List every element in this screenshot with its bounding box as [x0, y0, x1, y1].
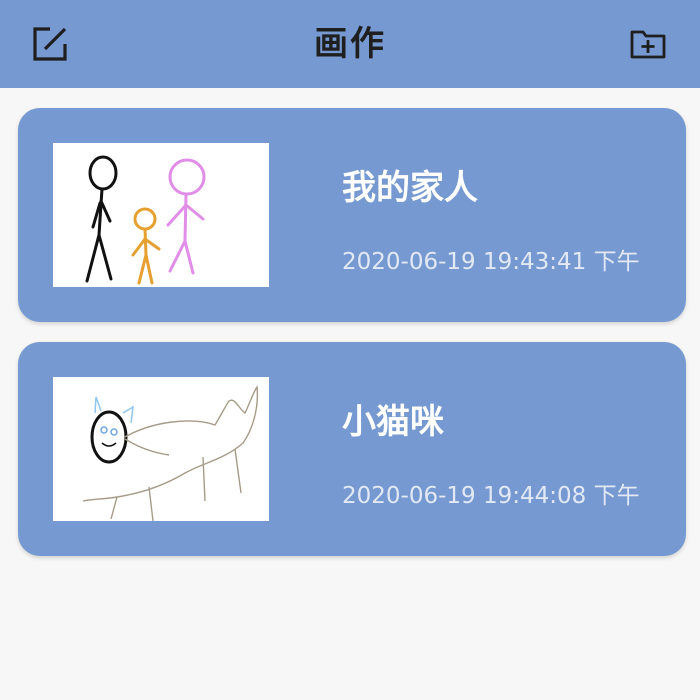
- add-folder-icon: [630, 30, 666, 59]
- drawing-thumbnail[interactable]: [53, 377, 269, 521]
- cat-drawing-image: [82, 384, 259, 521]
- drawing-card[interactable]: 我的家人 2020-06-19 19:43:41 下午: [18, 108, 686, 322]
- family-drawing-image: [85, 155, 206, 285]
- drawing-title: 小猫咪: [342, 402, 444, 442]
- edit-button[interactable]: [28, 22, 72, 66]
- app-header: 画作: [0, 0, 700, 88]
- edit-icon: [33, 27, 67, 61]
- page-title: 画作: [314, 24, 386, 64]
- drawing-thumbnail[interactable]: [53, 143, 269, 287]
- add-folder-button[interactable]: [626, 22, 670, 66]
- drawing-timestamp: 2020-06-19 19:44:08 下午: [342, 483, 640, 509]
- drawing-timestamp: 2020-06-19 19:43:41 下午: [342, 249, 640, 275]
- drawing-title: 我的家人: [342, 168, 478, 208]
- drawing-card[interactable]: 小猫咪 2020-06-19 19:44:08 下午: [18, 342, 686, 556]
